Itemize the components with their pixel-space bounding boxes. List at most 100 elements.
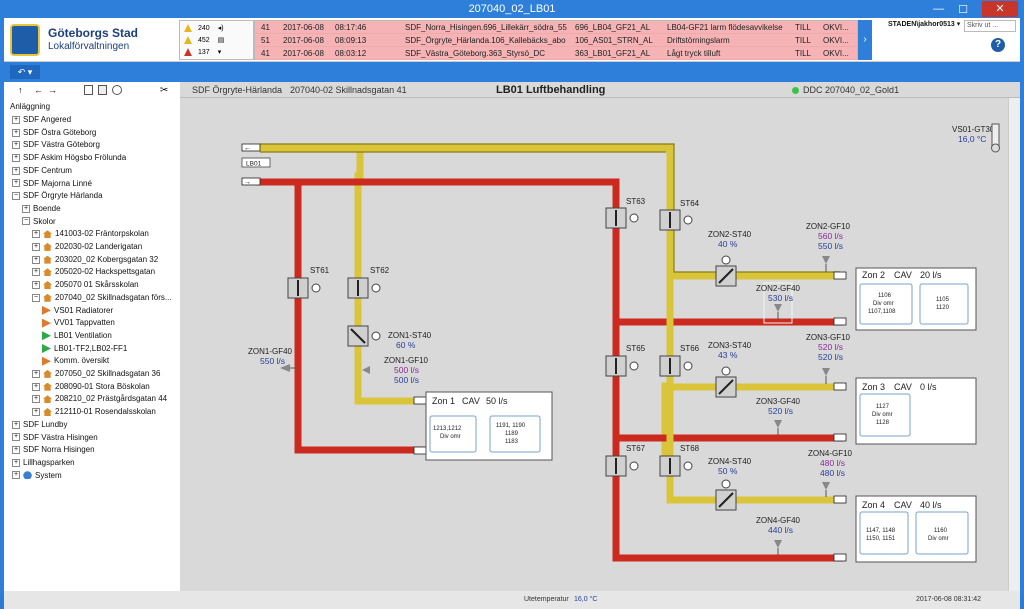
damper-st67[interactable] xyxy=(605,455,639,477)
collapse-icon[interactable]: − xyxy=(12,192,20,201)
arrow-left-icon[interactable]: ← xyxy=(34,85,43,95)
tree-item[interactable]: + SDF Östra Göteborg xyxy=(12,126,96,139)
globe-icon[interactable] xyxy=(112,85,122,95)
tree-item-label: 212110-01 Rosendalsskolan xyxy=(55,407,156,417)
damper-st64[interactable] xyxy=(659,209,693,231)
expand-icon[interactable]: + xyxy=(12,458,20,467)
expand-icon[interactable]: + xyxy=(12,420,20,429)
expand-icon[interactable]: + xyxy=(32,407,40,416)
tree-item[interactable]: LB01 Ventilation xyxy=(42,329,112,342)
arrow-right-icon[interactable]: → xyxy=(48,85,57,95)
tree-item[interactable]: +207050_02 Skillnadsgatan 36 xyxy=(32,367,160,380)
expand-icon[interactable]: + xyxy=(32,382,40,391)
expand-icon[interactable]: + xyxy=(12,153,20,162)
tree-item[interactable]: LB01-TF2,LB02-FF1 xyxy=(42,342,127,355)
tree-item[interactable]: +208090-01 Stora Böskolan xyxy=(32,380,150,393)
alarm-list[interactable]: 41 2017-06-08 08:17:46 SDF_Norra_Hisinge… xyxy=(254,20,859,60)
expand-icon[interactable]: + xyxy=(12,179,20,188)
tree-item[interactable]: + SDF Centrum xyxy=(12,164,72,177)
subsystem-icon xyxy=(42,318,51,328)
tree-item[interactable]: +208210_02 Prästgårdsgatan 44 xyxy=(32,392,167,405)
damper-st65[interactable] xyxy=(605,355,639,377)
minimize-button[interactable]: — xyxy=(933,3,944,15)
tools-icon[interactable]: ✂ xyxy=(160,85,168,96)
expand-icon[interactable]: + xyxy=(32,369,40,378)
tree-item[interactable]: + SDF Askim Högsbo Frölunda xyxy=(12,151,126,164)
sensor-zon1-gf10[interactable] xyxy=(362,366,370,374)
tree-item[interactable]: + Boende xyxy=(22,202,61,215)
alarm-row[interactable]: 51 2017-06-08 08:09:13 SDF_Örgryte_Härla… xyxy=(255,35,859,47)
maximize-button[interactable]: ☐ xyxy=(958,3,968,16)
expand-icon[interactable]: + xyxy=(32,255,40,264)
expand-icon[interactable]: + xyxy=(12,471,20,480)
copy-icon[interactable] xyxy=(84,85,93,95)
tree-item[interactable]: +203020_02 Kobergsgatan 32 xyxy=(32,253,158,266)
sensor-zon2-gf40[interactable] xyxy=(774,304,782,320)
alarm-row[interactable]: 41 2017-06-08 08:03:12 SDF_Västra_Götebo… xyxy=(255,48,859,60)
expand-icon[interactable]: + xyxy=(32,230,40,239)
tree-item[interactable]: + SDF Lundby xyxy=(12,418,67,431)
sensor-zon4-gf10[interactable] xyxy=(822,482,830,497)
tree-item[interactable]: +212110-01 Rosendalsskolan xyxy=(32,405,156,418)
tree-item[interactable]: + Lillhagsparken xyxy=(12,456,75,469)
damper-st63[interactable] xyxy=(605,207,639,229)
damper-zon1-st40[interactable] xyxy=(347,325,381,347)
collapse-icon[interactable]: − xyxy=(22,217,30,226)
sensor-zon3-gf40[interactable] xyxy=(774,420,782,435)
zone3-room-a1: 1127 xyxy=(876,404,890,410)
tree-item[interactable]: VS01 Radiatorer xyxy=(42,304,113,317)
damper-zon4-st40[interactable] xyxy=(715,479,737,511)
sensor-zon4-gf40[interactable] xyxy=(774,540,782,555)
tree-item[interactable]: + System xyxy=(12,469,62,482)
document-icon[interactable] xyxy=(98,85,107,95)
alarm-counts[interactable]: 240 ◂) 452 ▤ 137 ▾ xyxy=(179,20,254,60)
expand-icon[interactable]: + xyxy=(32,268,40,277)
tree-item[interactable]: + SDF Norra Hisingen xyxy=(12,443,95,456)
arrow-up-icon[interactable]: ↑ xyxy=(18,85,23,95)
user-menu[interactable]: STADEN\jakhor0513 ▾ xyxy=(888,20,960,28)
expand-icon[interactable]: + xyxy=(12,128,20,137)
damper-st61[interactable] xyxy=(287,277,321,299)
alarm-row[interactable]: 41 2017-06-08 08:17:46 SDF_Norra_Hisinge… xyxy=(255,22,859,34)
tree-item-label: SDF Östra Göteborg xyxy=(23,127,97,137)
expand-icon[interactable]: + xyxy=(12,115,20,124)
vertical-scrollbar[interactable] xyxy=(1008,98,1020,591)
expand-icon[interactable]: + xyxy=(12,433,20,442)
damper-zon2-st40[interactable] xyxy=(715,255,737,287)
help-button[interactable]: ? xyxy=(991,38,1005,52)
alarm-expand-button[interactable]: › xyxy=(858,20,872,60)
thermometer-icon[interactable] xyxy=(991,123,1000,153)
print-input[interactable]: Skriv ut ... xyxy=(964,20,1016,32)
tree-item[interactable]: + SDF Västra Hisingen xyxy=(12,431,98,444)
warning-icon xyxy=(184,24,192,33)
tree-item[interactable]: +202030-02 Landerigatan xyxy=(32,240,142,253)
expand-icon[interactable]: + xyxy=(12,446,20,455)
expand-icon[interactable]: + xyxy=(32,395,40,404)
tree-item[interactable]: +205020-02 Hackspettsgatan xyxy=(32,265,155,278)
tree-item[interactable]: Komm. översikt xyxy=(42,354,109,367)
undo-menu-button[interactable]: ↶ ▾ xyxy=(10,65,40,79)
tree-item[interactable]: + SDF Majorna Linné xyxy=(12,177,92,190)
tree-item[interactable]: +141003-02 Fräntorpskolan xyxy=(32,227,149,240)
expand-icon[interactable]: + xyxy=(32,242,40,251)
tree-root[interactable]: Anläggning xyxy=(10,100,50,113)
expand-icon[interactable]: + xyxy=(12,166,20,175)
damper-st62[interactable] xyxy=(347,277,381,299)
expand-icon[interactable]: + xyxy=(22,204,30,213)
tree-item[interactable]: + SDF Angered xyxy=(12,113,71,126)
tree-item[interactable]: − Skolor xyxy=(22,215,56,228)
expand-icon[interactable]: + xyxy=(32,280,40,289)
tree-item[interactable]: + SDF Västra Göteborg xyxy=(12,138,100,151)
tree-item[interactable]: VV01 Tappvatten xyxy=(42,316,115,329)
expand-icon[interactable]: + xyxy=(12,141,20,150)
damper-zon3-st40[interactable] xyxy=(715,366,737,398)
tree-item[interactable]: − SDF Örgryte Härlanda xyxy=(12,189,103,202)
collapse-icon[interactable]: − xyxy=(32,293,40,302)
sensor-zon3-gf10[interactable] xyxy=(822,368,830,384)
sensor-zon2-gf10[interactable] xyxy=(822,256,830,272)
tree-item[interactable]: − 207040_02 Skillnadsgatan förs... xyxy=(32,291,172,304)
damper-st66[interactable] xyxy=(659,355,693,377)
tree-item[interactable]: +205070 01 Skårsskolan xyxy=(32,278,139,291)
damper-st68[interactable] xyxy=(659,455,693,477)
close-button[interactable]: ✕ xyxy=(982,1,1018,17)
